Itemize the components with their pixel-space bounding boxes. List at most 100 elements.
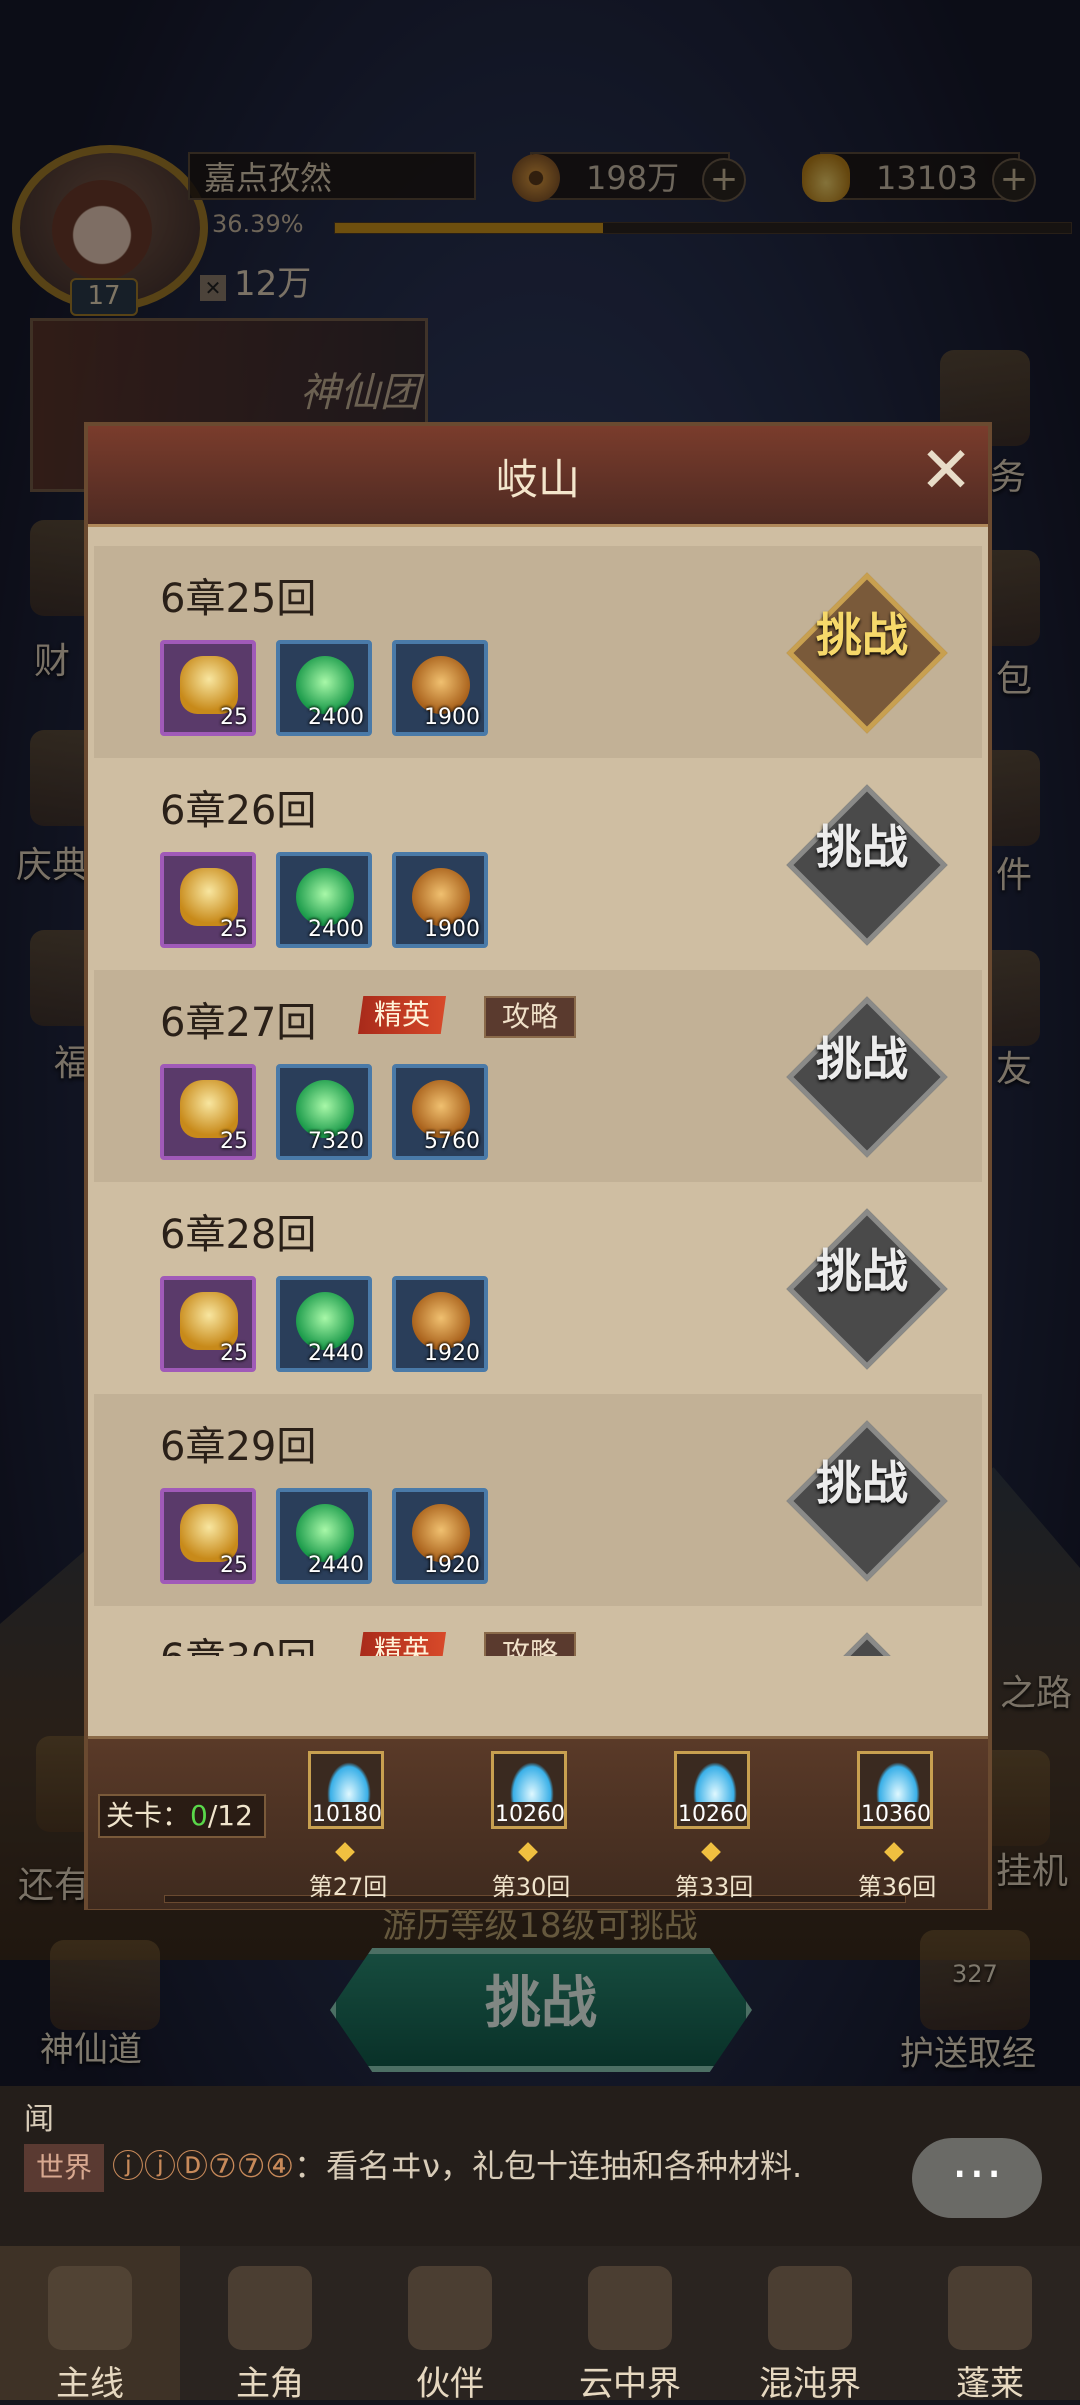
challenge-button-label[interactable]: 挑战 bbox=[788, 1460, 936, 1506]
reward-amount: 5760 bbox=[424, 1129, 480, 1154]
tab-icon bbox=[768, 2266, 852, 2350]
reward-amount: 25 bbox=[220, 1129, 248, 1154]
blue-flame-icon bbox=[876, 1762, 920, 1802]
chat-bubble-icon[interactable]: ⋯ bbox=[912, 2138, 1042, 2218]
stage-progress-label: 关卡： bbox=[106, 1799, 191, 1832]
milestone-box[interactable]: 10260 bbox=[674, 1751, 750, 1829]
reward-slot[interactable]: 25 bbox=[160, 640, 256, 736]
elite-tag: 精英 bbox=[358, 996, 447, 1034]
stage-row[interactable]: 6章29回 25 2440 1920 挑战 bbox=[94, 1394, 982, 1606]
reward-amount: 2440 bbox=[308, 1341, 364, 1366]
stage-list[interactable]: 6章25回 25 2400 1900 挑战 6章26回 25 2400 1900 挑战 6章27回精… bbox=[94, 546, 982, 1656]
stage-row[interactable]: 6章27回 精英 攻略 25 7320 5760 挑战 bbox=[94, 970, 982, 1182]
stage-title: 6章27回 bbox=[160, 1000, 317, 1046]
milestone-value: 10360 bbox=[861, 1802, 931, 1827]
tab-icon bbox=[48, 2266, 132, 2350]
milestone-marker bbox=[518, 1842, 538, 1862]
reward-slot[interactable]: 1920 bbox=[392, 1276, 488, 1372]
reward-amount: 1900 bbox=[424, 705, 480, 730]
close-icon[interactable]: ✕ bbox=[918, 439, 974, 503]
bottom-tab-bar: 主线 主角 伙伴 云中界 混沌界 蓬莱 bbox=[0, 2246, 1080, 2404]
milestone-value: 10260 bbox=[678, 1802, 748, 1827]
challenge-button-label[interactable]: 挑战 bbox=[788, 1248, 936, 1294]
chat-channel-tag: 世界 bbox=[24, 2144, 105, 2192]
stage-row[interactable]: 6章30回精英攻略挑战 bbox=[94, 1606, 982, 1656]
challenge-button-label[interactable]: 挑战 bbox=[788, 824, 936, 870]
reward-amount: 25 bbox=[220, 705, 248, 730]
blue-flame-icon bbox=[510, 1762, 554, 1802]
reward-slot[interactable]: 1900 bbox=[392, 640, 488, 736]
reward-amount: 25 bbox=[220, 917, 248, 942]
milestone-value: 10260 bbox=[495, 1802, 565, 1827]
reward-amount: 1920 bbox=[424, 1553, 480, 1578]
stage-row[interactable]: 6章26回 25 2400 1900 挑战 bbox=[94, 758, 982, 970]
stage-progress: 关卡：0/12 bbox=[98, 1794, 266, 1838]
reward-amount: 25 bbox=[220, 1341, 248, 1366]
reward-amount: 2400 bbox=[308, 917, 364, 942]
reward-amount: 2400 bbox=[308, 705, 364, 730]
milestone-label: 第27回 bbox=[308, 1873, 388, 1901]
blue-flame-icon bbox=[693, 1762, 737, 1802]
guide-button[interactable]: 攻略 bbox=[484, 1632, 577, 1656]
tab-label: 云中界 bbox=[579, 2364, 681, 2404]
tab-label: 混沌界 bbox=[759, 2364, 861, 2404]
reward-amount: 2440 bbox=[308, 1553, 364, 1578]
chat-username[interactable]: ⓙⓙⒹ⑦⑦④ bbox=[112, 2147, 294, 2185]
dialog-title: 岐山 bbox=[495, 455, 580, 504]
milestone-marker bbox=[335, 1842, 355, 1862]
tab-6[interactable]: 蓬莱 bbox=[900, 2246, 1080, 2404]
reward-slot[interactable]: 2440 bbox=[276, 1488, 372, 1584]
reward-slot[interactable]: 5760 bbox=[392, 1064, 488, 1160]
stage-title: 6章25回 bbox=[160, 576, 317, 622]
milestone-label: 第30回 bbox=[491, 1873, 571, 1901]
reward-slot[interactable]: 2440 bbox=[276, 1276, 372, 1372]
reward-slot[interactable]: 25 bbox=[160, 1064, 256, 1160]
tab-2[interactable]: 主角 bbox=[180, 2246, 360, 2404]
tab-icon bbox=[228, 2266, 312, 2350]
reward-slot[interactable]: 25 bbox=[160, 1488, 256, 1584]
milestone-label: 第33回 bbox=[674, 1873, 754, 1901]
chat-text: ：看名ヰν，礼包十连抽和各种材料. bbox=[294, 2147, 803, 2185]
challenge-button-label[interactable]: 挑战 bbox=[788, 1036, 936, 1082]
reward-slot[interactable]: 25 bbox=[160, 1276, 256, 1372]
reward-slot[interactable]: 1900 bbox=[392, 852, 488, 948]
chat-panel[interactable]: 闻 世界 ⓙⓙⒹ⑦⑦④：看名ヰν，礼包十连抽和各种材料. ⋯ bbox=[0, 2086, 1080, 2246]
tab-5[interactable]: 混沌界 bbox=[720, 2246, 900, 2404]
milestone-marker bbox=[884, 1842, 904, 1862]
chat-message: 世界 ⓙⓙⒹ⑦⑦④：看名ヰν，礼包十连抽和各种材料. bbox=[24, 2142, 904, 2192]
dialog-header: 岐山 ✕ bbox=[88, 426, 988, 527]
elite-tag: 精英 bbox=[358, 1632, 447, 1656]
reward-slot[interactable]: 1920 bbox=[392, 1488, 488, 1584]
stage-title: 6章30回 bbox=[160, 1626, 316, 1656]
stage-title: 6章26回 bbox=[160, 788, 317, 834]
milestone-box[interactable]: 10260 bbox=[491, 1751, 567, 1829]
tab-4[interactable]: 云中界 bbox=[540, 2246, 720, 2404]
reward-amount: 25 bbox=[220, 1553, 248, 1578]
guide-button[interactable]: 攻略 bbox=[484, 996, 577, 1038]
tab-3[interactable]: 伙伴 bbox=[360, 2246, 540, 2404]
challenge-button[interactable] bbox=[786, 1632, 948, 1656]
milestone-label: 第36回 bbox=[857, 1873, 937, 1901]
reward-amount: 1920 bbox=[424, 1341, 480, 1366]
dialog-footer: 关卡：0/12 10180 第27回 10260 第30回 10260 第33回 10360… bbox=[88, 1736, 988, 1909]
reward-amount: 1900 bbox=[424, 917, 480, 942]
reward-slot[interactable]: 7320 bbox=[276, 1064, 372, 1160]
tab-label: 主角 bbox=[236, 2364, 304, 2404]
stage-progress-total: /12 bbox=[207, 1799, 253, 1832]
reward-slot[interactable]: 2400 bbox=[276, 852, 372, 948]
milestone-box[interactable]: 10180 bbox=[308, 1751, 384, 1829]
reward-slot[interactable]: 25 bbox=[160, 852, 256, 948]
milestone-marker bbox=[701, 1842, 721, 1862]
stage-title: 6章29回 bbox=[160, 1424, 317, 1470]
tab-icon bbox=[948, 2266, 1032, 2350]
stage-row[interactable]: 6章28回 25 2440 1920 挑战 bbox=[94, 1182, 982, 1394]
chat-previous-line: 闻 bbox=[24, 2102, 54, 2137]
milestone-box[interactable]: 10360 bbox=[857, 1751, 933, 1829]
blue-flame-icon bbox=[327, 1762, 371, 1802]
stage-select-dialog: 岐山 ✕ 6章25回 25 2400 1900 挑战 6章26回 25 2400 1900 挑战 6… bbox=[84, 422, 992, 1910]
reward-slot[interactable]: 2400 bbox=[276, 640, 372, 736]
milestone-value: 10180 bbox=[312, 1802, 382, 1827]
tab-1[interactable]: 主线 bbox=[0, 2246, 180, 2404]
challenge-button-label[interactable]: 挑战 bbox=[788, 612, 936, 658]
stage-row[interactable]: 6章25回 25 2400 1900 挑战 bbox=[94, 546, 982, 758]
